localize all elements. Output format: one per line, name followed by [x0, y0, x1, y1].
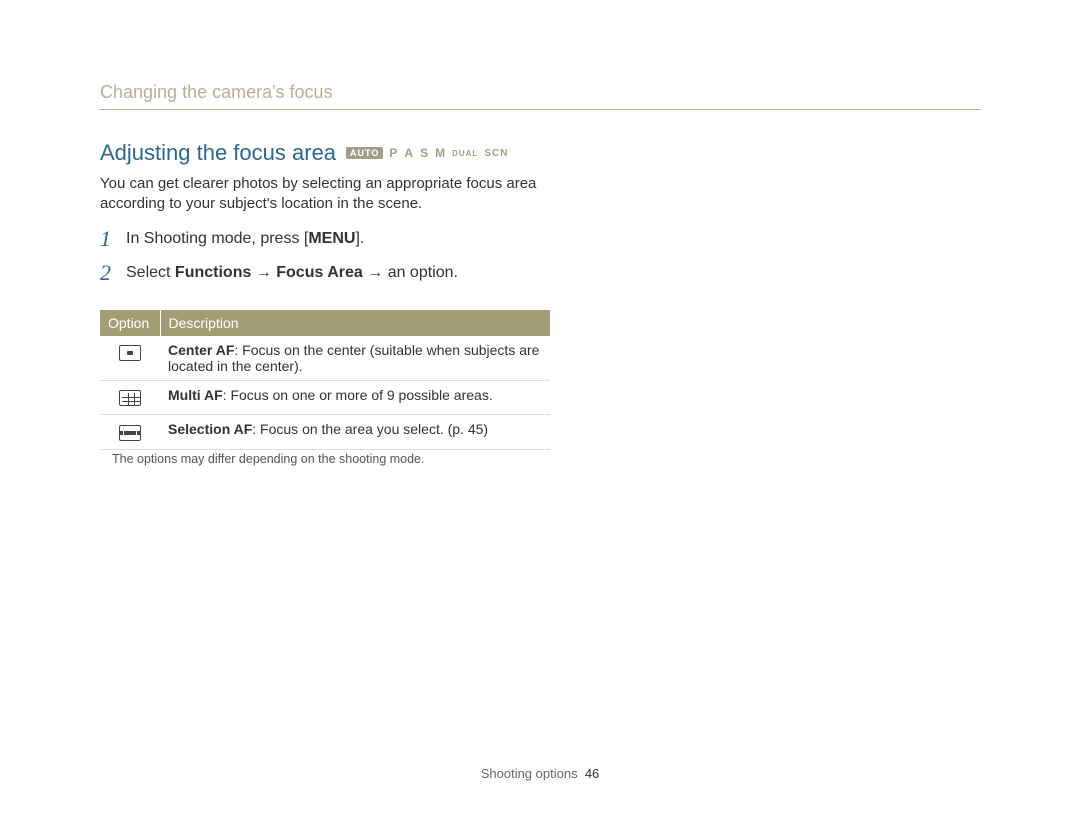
step-prefix: Select — [126, 264, 175, 281]
option-desc: : Focus on the area you select. (p. 45) — [252, 421, 488, 437]
section-title-row: Adjusting the focus area AUTO P A S M DU… — [100, 140, 508, 166]
section-title: Adjusting the focus area — [100, 140, 336, 166]
step-text: In Shooting mode, press [MENU]. — [126, 226, 458, 252]
table-row: Center AF: Focus on the center (suitable… — [100, 336, 550, 381]
table-row: Selection AF: Focus on the area you sele… — [100, 415, 550, 449]
step-number: 1 — [100, 226, 116, 252]
mode-s-icon: S — [420, 146, 429, 160]
table-header-row: Option Description — [100, 310, 550, 336]
page-footer: Shooting options 46 — [0, 766, 1080, 781]
table-note: The options may differ depending on the … — [112, 452, 424, 466]
steps-list: 1 In Shooting mode, press [MENU]. 2 Sele… — [100, 222, 458, 294]
footer-section: Shooting options — [481, 766, 578, 781]
step-suffix: an option. — [388, 264, 458, 281]
step-suffix: ]. — [355, 230, 364, 247]
arrow-icon: → — [363, 264, 388, 281]
mode-a-icon: A — [404, 146, 414, 160]
option-desc-cell: Center AF: Focus on the center (suitable… — [160, 336, 550, 381]
table-row: Multi AF: Focus on one or more of 9 poss… — [100, 381, 550, 415]
step-bold: Functions — [175, 264, 251, 281]
table-header-description: Description — [160, 310, 550, 336]
mode-p-icon: P — [389, 146, 398, 160]
arrow-icon: → — [251, 264, 276, 281]
step-bold2: Focus Area — [276, 264, 363, 281]
section-intro: You can get clearer photos by selecting … — [100, 174, 560, 215]
breadcrumb-text: Changing the camera's focus — [100, 82, 333, 102]
step-prefix: In Shooting mode, press [ — [126, 230, 308, 247]
step-number: 2 — [100, 260, 116, 286]
multi-af-icon — [119, 390, 141, 406]
option-icon-cell — [100, 381, 160, 415]
mode-auto-icon: AUTO — [346, 147, 383, 159]
option-icon-cell — [100, 415, 160, 449]
focus-area-options-table: Option Description Center AF: Focus on t… — [100, 310, 550, 450]
step-2: 2 Select Functions → Focus Area → an opt… — [100, 260, 458, 286]
option-icon-cell — [100, 336, 160, 381]
option-name: Selection AF — [168, 421, 252, 437]
mode-dual-icon: DUAL — [452, 149, 478, 158]
mode-icon-group: AUTO P A S M DUAL SCN — [346, 146, 508, 160]
option-name: Center AF — [168, 342, 234, 358]
mode-m-icon: M — [435, 146, 446, 160]
step-1: 1 In Shooting mode, press [MENU]. — [100, 226, 458, 252]
selection-af-icon — [119, 425, 141, 441]
breadcrumb-header: Changing the camera's focus — [100, 82, 980, 110]
center-af-icon — [119, 345, 141, 361]
footer-page-number: 46 — [585, 766, 599, 781]
step-text: Select Functions → Focus Area → an optio… — [126, 260, 458, 286]
option-desc: : Focus on one or more of 9 possible are… — [223, 387, 493, 403]
option-desc-cell: Multi AF: Focus on one or more of 9 poss… — [160, 381, 550, 415]
option-desc-cell: Selection AF: Focus on the area you sele… — [160, 415, 550, 449]
step-bold: MENU — [308, 230, 355, 247]
option-name: Multi AF — [168, 387, 223, 403]
mode-scn-icon: SCN — [484, 148, 508, 159]
table-header-option: Option — [100, 310, 160, 336]
